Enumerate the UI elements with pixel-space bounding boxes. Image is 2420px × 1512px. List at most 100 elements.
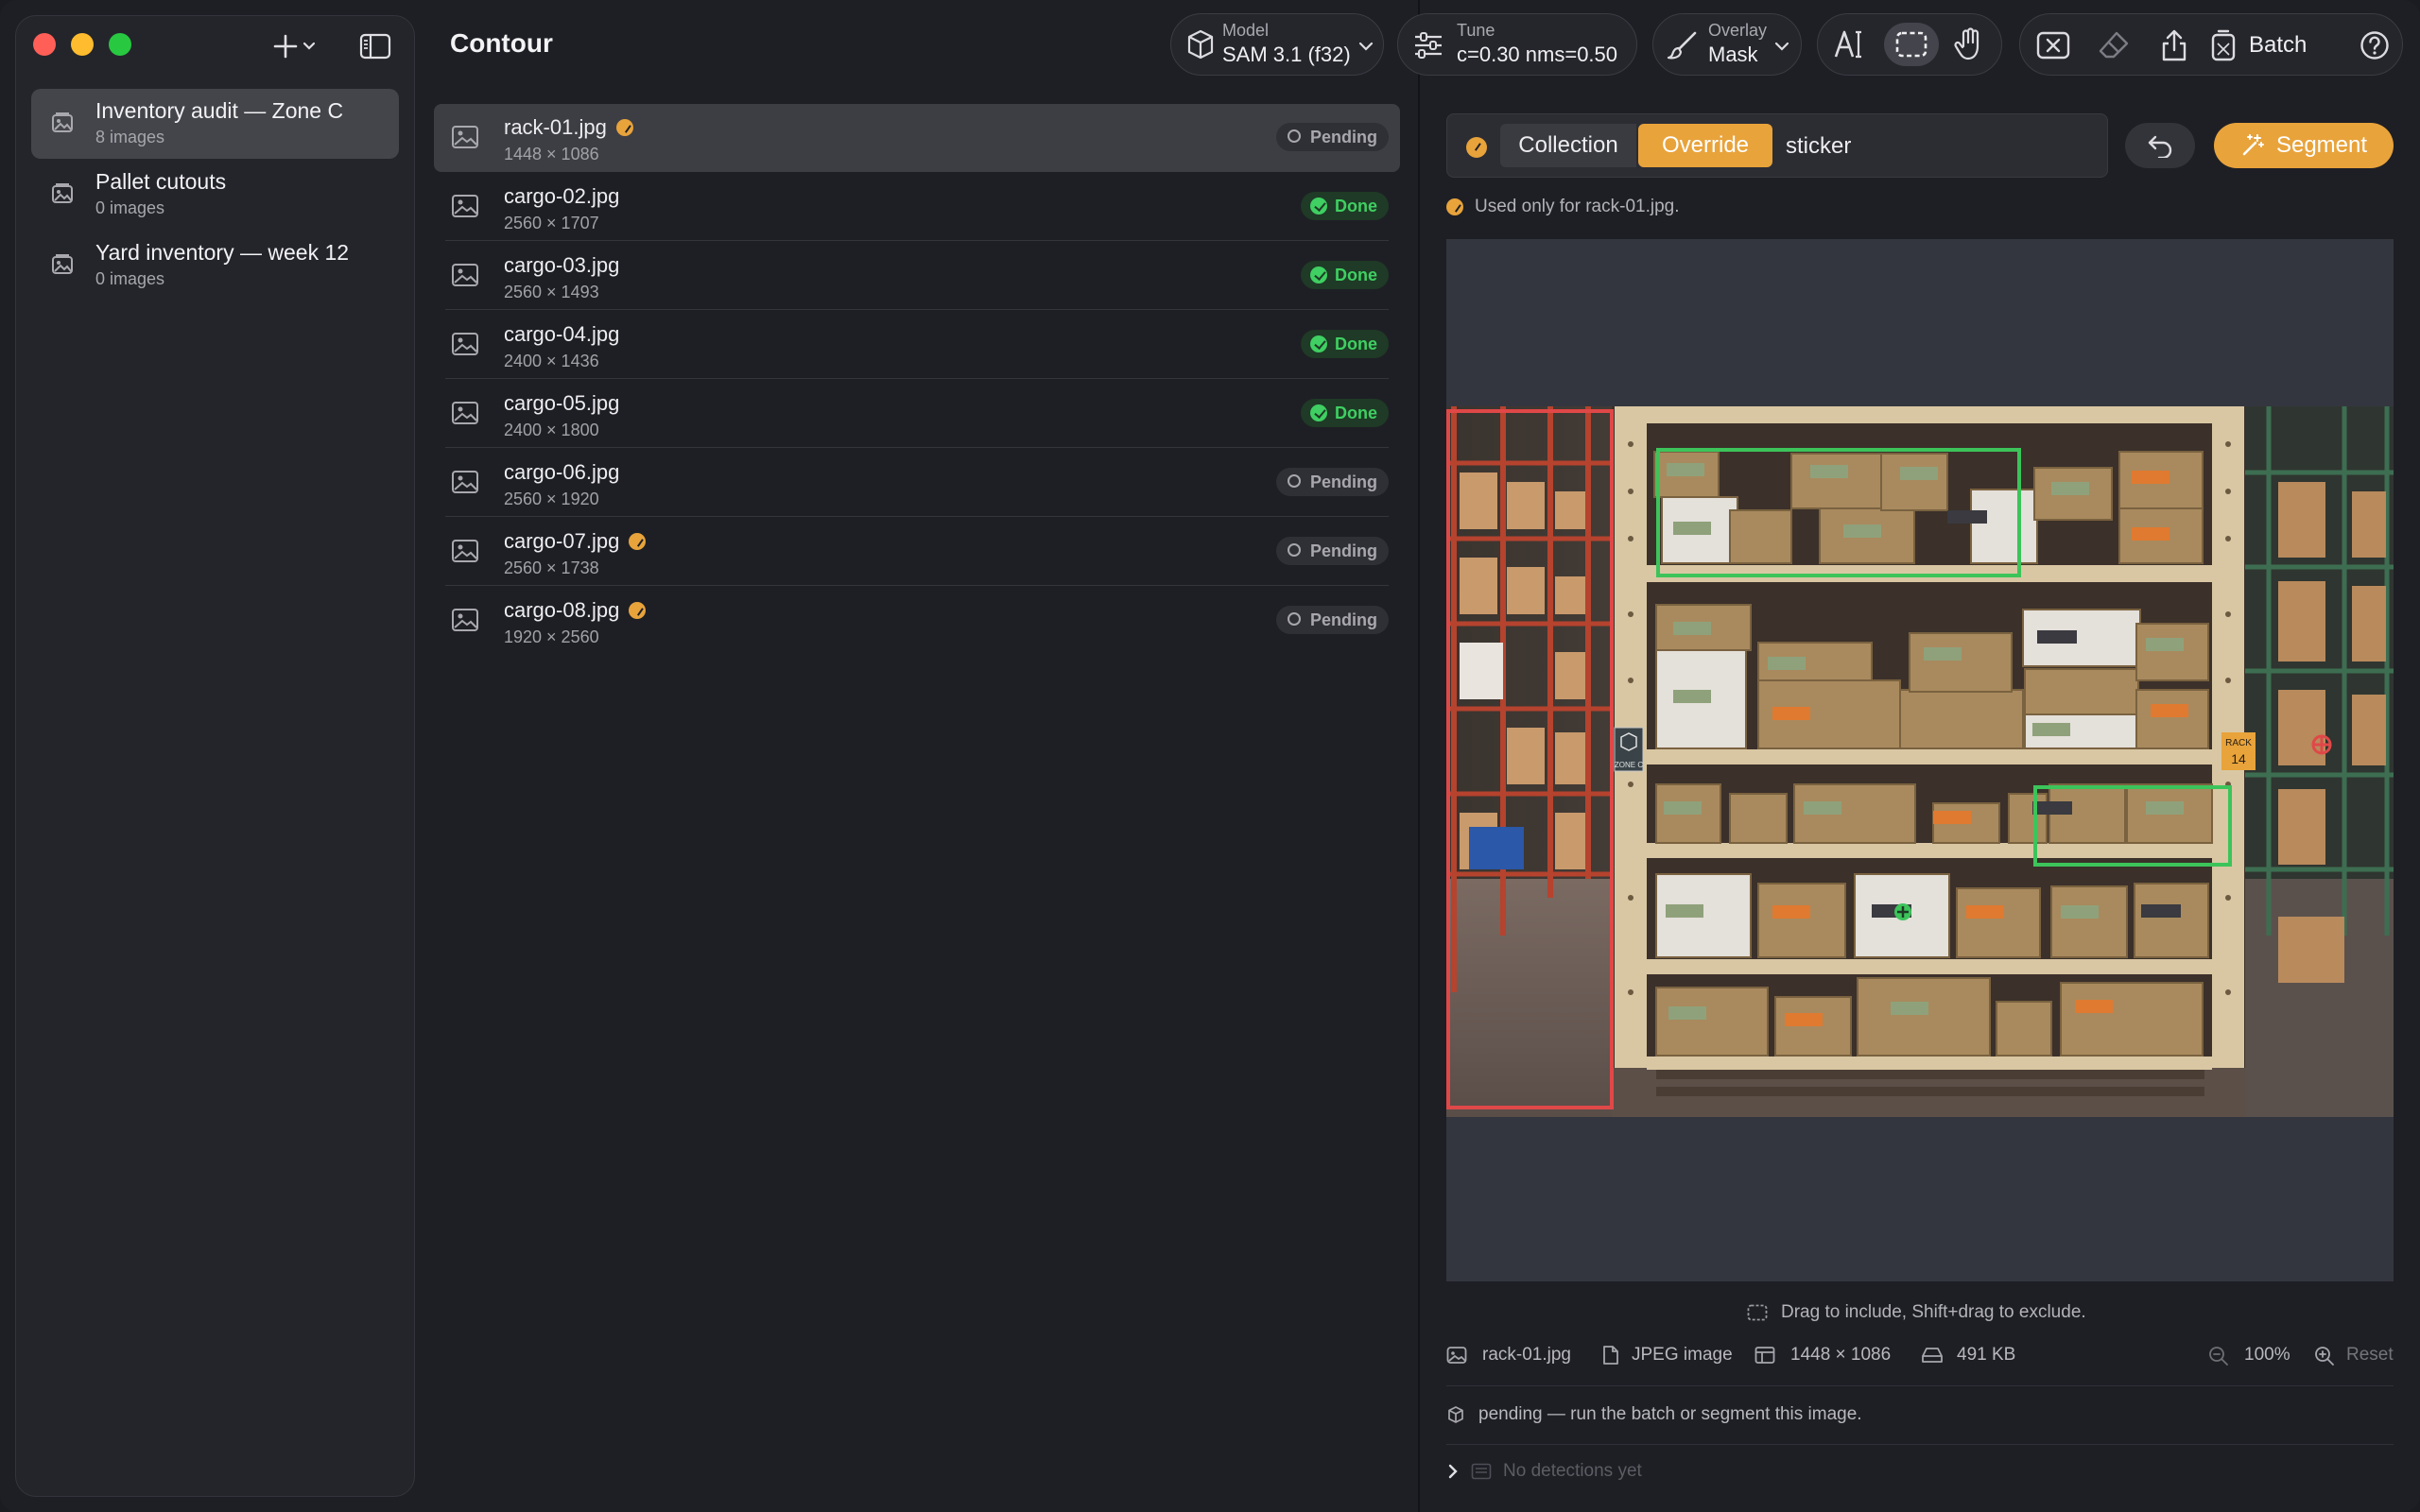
- model-label: Model: [1222, 21, 1270, 40]
- info-filesize: 491 KB: [1957, 1345, 2016, 1365]
- zoom-reset-button[interactable]: Reset: [2346, 1345, 2394, 1366]
- dashed-rect-icon: [1895, 31, 1927, 58]
- prompt-text[interactable]: sticker: [1786, 133, 1851, 160]
- image-dimensions: 2400 × 1436: [504, 352, 599, 370]
- image-icon: [452, 264, 478, 286]
- status-badge: Pending: [1276, 537, 1389, 565]
- minimize-window-button[interactable]: [71, 33, 94, 56]
- image-dimensions: 2560 × 1920: [504, 490, 599, 508]
- share-icon: [2162, 29, 2187, 61]
- zoom-window-button[interactable]: [109, 33, 131, 56]
- exclude-point-marker[interactable]: [2311, 734, 2332, 755]
- row-divider: [445, 585, 1389, 586]
- image-filename: cargo-02.jpg: [504, 184, 620, 208]
- toggle-sidebar-button[interactable]: [356, 29, 394, 63]
- image-icon: [452, 540, 478, 562]
- image-dimensions: 1920 × 2560: [504, 627, 599, 646]
- dashed-rect-icon: [1747, 1304, 1768, 1321]
- image-dimensions: 2400 × 1800: [504, 421, 599, 439]
- detections-text: No detections yet: [1503, 1461, 1642, 1481]
- help-button[interactable]: [2353, 25, 2396, 66]
- status-badge: Done: [1301, 261, 1389, 289]
- collection-name: Pallet cutouts: [95, 169, 227, 194]
- pan-tool[interactable]: [1946, 23, 1992, 66]
- image-dimensions: 1448 × 1086: [504, 145, 599, 163]
- close-window-button[interactable]: [33, 33, 56, 56]
- image-icon: [452, 471, 478, 493]
- disk-icon: [1922, 1348, 1943, 1363]
- status-badge: Pending: [1276, 606, 1389, 634]
- detections-disclosure[interactable]: No detections yet: [1446, 1461, 1642, 1482]
- batch-label: Batch: [2249, 32, 2308, 58]
- segment-status: pending — run the batch or segment this …: [1446, 1404, 1862, 1425]
- image-list-row[interactable]: cargo-05.jpg 2400 × 1800 Done: [434, 380, 1400, 448]
- divider: [1446, 1444, 2394, 1445]
- canvas-hint-text: Drag to include, Shift+drag to exclude.: [1781, 1302, 2086, 1322]
- warehouse-rack-illustration: ZONE C RACK 14: [1446, 406, 2394, 1117]
- collection-item[interactable]: Inventory audit — Zone C 8 images: [31, 89, 399, 159]
- collection-count: 0 images: [95, 198, 165, 217]
- sparkle-wand-icon: [2242, 134, 2264, 156]
- clear-button[interactable]: [2031, 25, 2075, 66]
- status-badge: Pending: [1276, 123, 1389, 151]
- zoom-out-icon[interactable]: [2208, 1346, 2229, 1366]
- image-canvas[interactable]: ZONE C RACK 14: [1446, 239, 2394, 1281]
- override-note: Used only for rack-01.jpg.: [1446, 197, 1680, 217]
- export-button[interactable]: [2152, 25, 2196, 66]
- row-divider: [445, 516, 1389, 517]
- add-collection-button[interactable]: [268, 29, 324, 63]
- row-divider: [445, 447, 1389, 448]
- model-picker[interactable]: Model SAM 3.1 (f32): [1170, 13, 1384, 76]
- eraser-button[interactable]: [2092, 25, 2135, 66]
- override-badge-icon: [629, 533, 647, 550]
- image-list-row[interactable]: cargo-04.jpg 2400 × 1436 Done: [434, 311, 1400, 379]
- image-list-row[interactable]: cargo-06.jpg 2560 × 1920 Pending: [434, 449, 1400, 517]
- pane-divider[interactable]: [1418, 0, 1420, 1512]
- dimensions-icon: [1754, 1347, 1775, 1364]
- info-filetype: JPEG image: [1632, 1345, 1733, 1365]
- collection-item[interactable]: Yard inventory — week 12 0 images: [31, 231, 399, 301]
- image-filename: cargo-08.jpg: [504, 598, 620, 622]
- image-icon: [452, 126, 478, 148]
- batch-icon: [2211, 29, 2236, 61]
- override-badge-icon: [615, 119, 633, 136]
- tune-value: c=0.30 nms=0.50: [1457, 43, 1618, 66]
- image-icon: [452, 333, 478, 355]
- action-group: Batch: [2019, 13, 2403, 76]
- tune-button[interactable]: Tune c=0.30 nms=0.50: [1397, 13, 1637, 76]
- image-list-row[interactable]: rack-01.jpg 1448 × 1086 Pending: [434, 104, 1400, 172]
- rack-sign-label: RACK: [2225, 738, 2252, 748]
- clear-box-icon: [2036, 31, 2070, 60]
- row-divider: [445, 378, 1389, 379]
- batch-button[interactable]: Batch: [2209, 25, 2349, 66]
- eraser-icon: [2099, 31, 2129, 59]
- overlay-picker[interactable]: Overlay Mask: [1652, 13, 1802, 76]
- prompt-card: Collection Override sticker: [1446, 113, 2108, 178]
- text-prompt-tool[interactable]: [1827, 23, 1873, 66]
- image-filename: cargo-03.jpg: [504, 253, 620, 277]
- image-list-row[interactable]: cargo-08.jpg 1920 × 2560 Pending: [434, 587, 1400, 655]
- chevron-down-icon: [1774, 42, 1789, 51]
- overlay-label: Overlay: [1708, 21, 1768, 40]
- row-divider: [445, 309, 1389, 310]
- image-filename: cargo-05.jpg: [504, 391, 620, 415]
- image-list-row[interactable]: cargo-07.jpg 2560 × 1738 Pending: [434, 518, 1400, 586]
- override-note-text: Used only for rack-01.jpg.: [1475, 197, 1680, 216]
- box-select-tool[interactable]: [1884, 23, 1939, 66]
- image-stack-icon: [52, 183, 73, 203]
- status-badge: Done: [1301, 192, 1389, 220]
- mode-collection-tab[interactable]: Collection: [1500, 124, 1636, 167]
- include-point-marker[interactable]: [1894, 903, 1911, 920]
- image-list-row[interactable]: cargo-03.jpg 2560 × 1493 Done: [434, 242, 1400, 310]
- image-icon: [452, 609, 478, 631]
- undo-button[interactable]: [2125, 123, 2195, 168]
- segment-label: Segment: [2275, 132, 2368, 158]
- segment-button[interactable]: Segment: [2214, 123, 2394, 168]
- collection-item[interactable]: Pallet cutouts 0 images: [31, 160, 399, 230]
- sidebar-toggle-icon: [359, 33, 391, 60]
- mode-override-tab[interactable]: Override: [1638, 124, 1772, 167]
- collection-count: 0 images: [95, 269, 165, 288]
- image-list-row[interactable]: cargo-02.jpg 2560 × 1707 Done: [434, 173, 1400, 241]
- chevron-right-icon: [1448, 1464, 1458, 1479]
- zoom-in-icon[interactable]: [2314, 1346, 2335, 1366]
